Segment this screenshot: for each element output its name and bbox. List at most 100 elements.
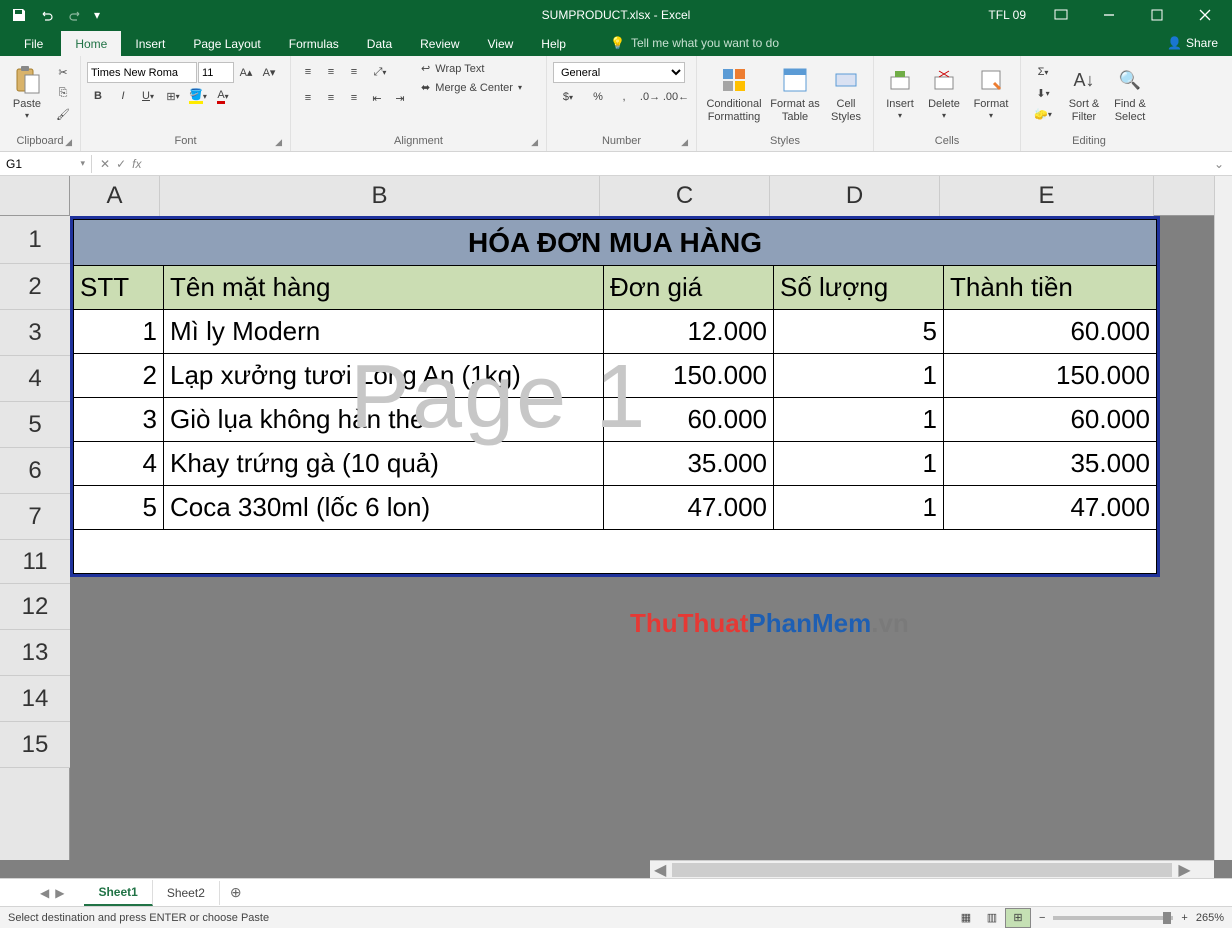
- zoom-out-button[interactable]: −: [1039, 912, 1045, 924]
- sheet-nav-next-icon[interactable]: ▶: [55, 886, 64, 900]
- horizontal-scrollbar[interactable]: ◀ ▶: [650, 860, 1214, 878]
- cell-dongia[interactable]: 35.000: [604, 442, 774, 486]
- bold-button[interactable]: B: [87, 86, 109, 106]
- hscroll-thumb[interactable]: [672, 863, 1172, 877]
- select-all-corner[interactable]: [0, 176, 70, 216]
- align-top-button[interactable]: ≡: [297, 62, 319, 82]
- cell-stt[interactable]: 3: [74, 398, 164, 442]
- cell-stt[interactable]: 1: [74, 310, 164, 354]
- cell-soluong[interactable]: 1: [774, 486, 944, 530]
- row-header-3[interactable]: 3: [0, 310, 70, 356]
- underline-button[interactable]: U▾: [137, 86, 159, 106]
- cell-ten[interactable]: Coca 330ml (lốc 6 lon): [164, 486, 604, 530]
- fill-color-button[interactable]: 🪣▾: [187, 86, 209, 106]
- increase-font-button[interactable]: A▴: [235, 63, 257, 83]
- number-launcher-icon[interactable]: ◢: [681, 137, 688, 148]
- align-left-button[interactable]: ≡: [297, 88, 319, 108]
- cell-soluong[interactable]: 1: [774, 354, 944, 398]
- scroll-right-icon[interactable]: ▶: [1174, 860, 1194, 879]
- sort-filter-button[interactable]: A↓Sort & Filter: [1063, 62, 1105, 130]
- cell-soluong[interactable]: 5: [774, 310, 944, 354]
- col-header-D[interactable]: D: [770, 176, 940, 216]
- tab-formulas[interactable]: Formulas: [275, 31, 353, 56]
- fx-icon[interactable]: fx: [132, 157, 141, 171]
- wrap-text-button[interactable]: ↩ Wrap Text: [421, 62, 522, 75]
- tab-file[interactable]: File: [6, 31, 61, 56]
- cell-ten[interactable]: Giò lụa không hàn the: [164, 398, 604, 442]
- minimize-icon[interactable]: [1086, 0, 1132, 30]
- row-header-11[interactable]: 11: [0, 540, 70, 584]
- cell-ten[interactable]: Lạp xưởng tươi Long An (1kg): [164, 354, 604, 398]
- clear-button[interactable]: 🧽▾: [1027, 104, 1059, 124]
- cell-thanhtien[interactable]: 47.000: [944, 486, 1157, 530]
- percent-button[interactable]: %: [587, 87, 609, 107]
- row-header-4[interactable]: 4: [0, 356, 70, 402]
- ribbon-display-icon[interactable]: [1038, 0, 1084, 30]
- sheet-nav-prev-icon[interactable]: ◀: [40, 886, 49, 900]
- font-size-combo[interactable]: [198, 62, 234, 83]
- hdr-ten[interactable]: Tên mặt hàng: [164, 266, 604, 310]
- sheet-tab-1[interactable]: Sheet1: [84, 880, 152, 906]
- redo-icon[interactable]: [62, 2, 88, 28]
- row-header-5[interactable]: 5: [0, 402, 70, 448]
- row-header-1[interactable]: 1: [0, 216, 70, 264]
- cell-thanhtien[interactable]: 60.000: [944, 310, 1157, 354]
- tab-home[interactable]: Home: [61, 31, 121, 56]
- name-box-dropdown-icon[interactable]: ▾: [80, 158, 85, 169]
- expand-formula-icon[interactable]: ⌄: [1206, 157, 1232, 171]
- zoom-level[interactable]: 265%: [1196, 912, 1224, 924]
- scroll-left-icon[interactable]: ◀: [650, 860, 670, 879]
- decrease-decimal-button[interactable]: .00←: [665, 87, 687, 107]
- add-sheet-button[interactable]: ⊕: [220, 879, 252, 906]
- cell-thanhtien[interactable]: 35.000: [944, 442, 1157, 486]
- delete-cells-button[interactable]: Delete▾: [924, 62, 964, 130]
- hdr-thanhtien[interactable]: Thành tiền: [944, 266, 1157, 310]
- comma-button[interactable]: ,: [613, 87, 635, 107]
- col-header-A[interactable]: A: [70, 176, 160, 216]
- tab-data[interactable]: Data: [353, 31, 406, 56]
- save-icon[interactable]: [6, 2, 32, 28]
- italic-button[interactable]: I: [112, 86, 134, 106]
- number-format-combo[interactable]: General: [553, 62, 685, 83]
- alignment-launcher-icon[interactable]: ◢: [531, 137, 538, 148]
- insert-cells-button[interactable]: Insert▾: [880, 62, 920, 130]
- zoom-slider[interactable]: [1053, 916, 1173, 920]
- find-select-button[interactable]: 🔍Find & Select: [1109, 62, 1151, 130]
- font-name-combo[interactable]: [87, 62, 197, 83]
- cell-stt[interactable]: 5: [74, 486, 164, 530]
- border-button[interactable]: ⊞▾: [162, 86, 184, 106]
- cut-button[interactable]: ✂: [52, 62, 74, 82]
- close-icon[interactable]: [1182, 0, 1228, 30]
- clipboard-launcher-icon[interactable]: ◢: [65, 137, 72, 148]
- format-cells-button[interactable]: Format▾: [968, 62, 1014, 130]
- align-bottom-button[interactable]: ≡: [343, 62, 365, 82]
- maximize-icon[interactable]: [1134, 0, 1180, 30]
- qat-customize-icon[interactable]: ▾: [90, 2, 104, 28]
- hdr-soluong[interactable]: Số lượng: [774, 266, 944, 310]
- align-right-button[interactable]: ≡: [343, 88, 365, 108]
- undo-icon[interactable]: [34, 2, 60, 28]
- invoice-footer-row[interactable]: [74, 530, 1157, 574]
- tab-view[interactable]: View: [474, 31, 528, 56]
- row-header-14[interactable]: 14: [0, 676, 70, 722]
- cell-soluong[interactable]: 1: [774, 398, 944, 442]
- accounting-button[interactable]: $▾: [553, 87, 583, 107]
- merge-center-button[interactable]: ⬌ Merge & Center ▾: [421, 81, 522, 94]
- cell-ten[interactable]: Mì ly Modern: [164, 310, 604, 354]
- row-header-2[interactable]: 2: [0, 264, 70, 310]
- zoom-in-button[interactable]: +: [1181, 912, 1187, 924]
- row-header-7[interactable]: 7: [0, 494, 70, 540]
- tell-me[interactable]: 💡 Tell me what you want to do: [600, 30, 789, 56]
- orientation-button[interactable]: ⤢▾: [366, 62, 394, 82]
- normal-view-button[interactable]: ▦: [953, 908, 979, 928]
- font-launcher-icon[interactable]: ◢: [275, 137, 282, 148]
- zoom-handle[interactable]: [1163, 912, 1171, 924]
- row-header-12[interactable]: 12: [0, 584, 70, 630]
- name-box[interactable]: G1▾: [0, 155, 92, 173]
- increase-decimal-button[interactable]: .0→: [639, 87, 661, 107]
- page-break-view-button[interactable]: ⊞: [1005, 908, 1031, 928]
- cell-styles-button[interactable]: Cell Styles: [825, 62, 867, 130]
- autosum-button[interactable]: Σ▾: [1027, 62, 1059, 82]
- share-button[interactable]: 👤 Share: [1153, 30, 1232, 56]
- cell-dongia[interactable]: 12.000: [604, 310, 774, 354]
